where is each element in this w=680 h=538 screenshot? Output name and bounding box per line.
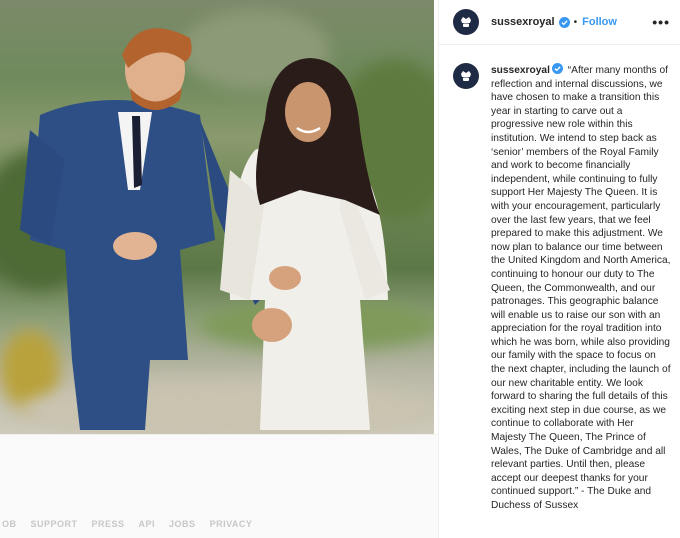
verified-badge-icon [551, 63, 563, 74]
header-separator: • [573, 16, 578, 28]
footer-link-press[interactable]: PRESS [92, 519, 125, 533]
post-photo[interactable] [0, 0, 434, 434]
post-caption: sussexroyal “After many months of reflec… [439, 45, 680, 513]
royal-crest-icon [461, 71, 471, 81]
caption-username[interactable]: sussexroyal [491, 65, 550, 76]
caption-avatar[interactable] [453, 63, 479, 89]
footer-link-api[interactable]: API [139, 519, 156, 533]
follow-button[interactable]: Follow [582, 16, 617, 28]
footer-link-privacy[interactable]: PRIVACY [210, 519, 253, 533]
caption-text-block: sussexroyal “After many months of reflec… [491, 63, 671, 513]
footer-link-jobs[interactable]: JOBS [169, 519, 196, 533]
footer-link[interactable]: OB [2, 519, 17, 533]
more-options-icon[interactable]: ••• [652, 14, 670, 30]
footer-link-support[interactable]: SUPPORT [31, 519, 78, 533]
post-sidebar: sussexroyal • Follow ••• sussexroyal “Af… [438, 0, 680, 538]
caption-text: “After many months of reflection and int… [491, 65, 671, 511]
photo-figures [20, 28, 390, 430]
royal-crest-icon [461, 17, 471, 27]
username[interactable]: sussexroyal [491, 16, 555, 28]
footer-links: OB SUPPORT PRESS API JOBS PRIVACY [0, 519, 438, 533]
verified-badge-icon [558, 16, 570, 28]
profile-avatar[interactable] [453, 9, 479, 35]
post-header: sussexroyal • Follow ••• [439, 0, 680, 45]
